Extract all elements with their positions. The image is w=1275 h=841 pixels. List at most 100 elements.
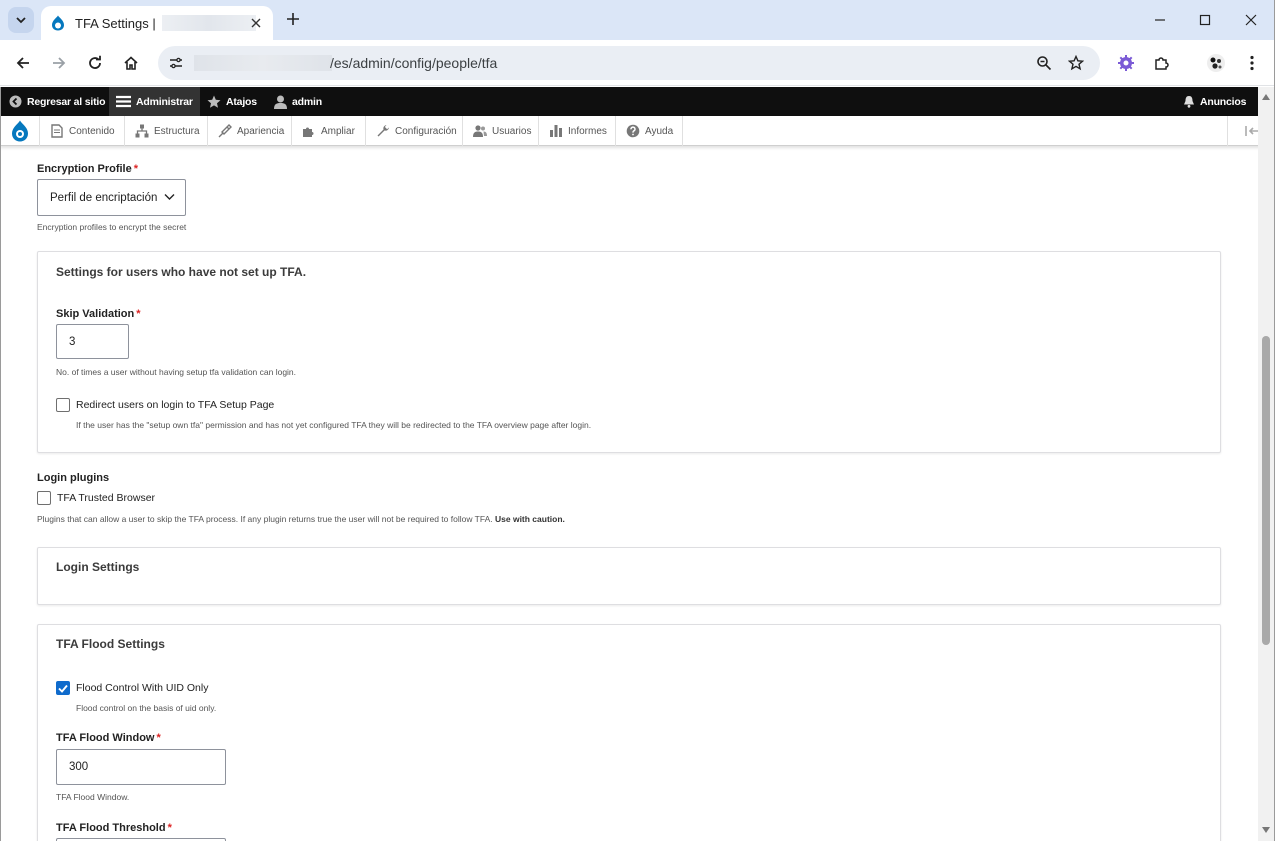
skip-validation-description: No. of times a user without having setup… — [56, 367, 297, 377]
flood-uid-only-checkbox[interactable] — [56, 681, 70, 695]
window-maximize-button[interactable] — [1192, 8, 1218, 32]
login-settings-legend[interactable]: Login Settings — [56, 560, 139, 574]
browser-menu-button[interactable] — [1239, 50, 1265, 76]
extension-gear-button[interactable] — [1113, 50, 1139, 76]
trusted-browser-label[interactable]: TFA Trusted Browser — [57, 492, 155, 504]
encryption-profile-select[interactable]: Perfil de encriptación — [37, 179, 186, 216]
chevron-down-icon — [164, 194, 175, 200]
reports-icon — [550, 125, 562, 137]
close-icon — [251, 18, 261, 28]
window-minimize-button[interactable] — [1147, 8, 1173, 32]
shortcuts-tab[interactable]: Atajos — [207, 87, 257, 116]
flood-uid-only-label[interactable]: Flood Control With UID Only — [76, 682, 208, 694]
back-to-site-link[interactable]: Regresar al sitio — [9, 87, 106, 116]
menu-item-label: Ayuda — [645, 125, 674, 137]
triangle-up-icon — [1262, 94, 1270, 100]
gear-extension-icon — [1118, 55, 1134, 71]
url-host-redacted — [194, 55, 332, 71]
skip-validation-input[interactable]: 3 — [56, 324, 129, 359]
required-marker: * — [156, 732, 161, 744]
login-plugins-description: Plugins that can allow a user to skip th… — [37, 514, 565, 524]
menu-item-extend[interactable]: Ampliar — [292, 116, 366, 146]
help-icon — [626, 124, 640, 138]
reload-button[interactable] — [82, 50, 108, 76]
browser-tab-bar: TFA Settings | — [0, 0, 1275, 40]
site-info-button[interactable] — [164, 51, 188, 75]
more-vert-icon — [1250, 55, 1254, 71]
home-button[interactable] — [118, 50, 144, 76]
announcements-label: Anuncios — [1200, 95, 1247, 108]
flood-window-label: TFA Flood Window * — [56, 732, 161, 744]
menu-item-label: Apariencia — [237, 125, 285, 137]
tune-icon — [170, 57, 182, 69]
drupal-admin-toolbar: Regresar al sitio Administrar Atajos adm… — [0, 87, 1275, 116]
url-text: /es/admin/config/people/tfa — [330, 55, 498, 71]
required-marker: * — [133, 163, 139, 175]
menu-item-help[interactable]: Ayuda — [616, 116, 683, 146]
flood-threshold-label: TFA Flood Threshold * — [56, 822, 172, 834]
wrench-icon — [377, 125, 389, 137]
redirect-setup-checkbox[interactable] — [56, 398, 70, 412]
menu-item-reports[interactable]: Informes — [539, 116, 616, 146]
setup-settings-fieldset: Settings for users who have not set up T… — [37, 251, 1221, 453]
flood-uid-only-description: Flood control on the basis of uid only. — [76, 703, 217, 713]
redirect-setup-label[interactable]: Redirect users on login to TFA Setup Pag… — [76, 399, 274, 411]
chevron-down-icon — [16, 17, 26, 24]
browser-tab-active[interactable]: TFA Settings | — [41, 6, 273, 40]
bookmark-button[interactable] — [1064, 51, 1088, 75]
flood-window-input[interactable]: 300 — [56, 749, 226, 785]
scroll-thumb[interactable] — [1262, 336, 1270, 645]
login-plugins-caution: Use with caution. — [495, 514, 565, 524]
checkmark-icon — [58, 684, 68, 693]
menu-item-people[interactable]: Usuarios — [463, 116, 539, 146]
menu-item-label: Usuarios — [492, 125, 532, 137]
required-marker: * — [136, 308, 141, 320]
page-scrollbar[interactable] — [1258, 87, 1274, 841]
hamburger-icon — [116, 95, 131, 108]
content-icon — [51, 124, 63, 138]
home-icon — [124, 56, 138, 70]
new-tab-button[interactable] — [282, 8, 304, 30]
menu-item-content[interactable]: Contenido — [40, 116, 125, 146]
flood-threshold-label-text: TFA Flood Threshold — [56, 822, 166, 834]
forward-button[interactable] — [46, 50, 72, 76]
flood-settings-fieldset: TFA Flood Settings Flood Control With UI… — [37, 624, 1221, 841]
flood-window-description: TFA Flood Window. — [56, 792, 130, 802]
extend-icon — [303, 127, 314, 137]
tfa-settings-form: Encryption Profile * Perfil de encriptaci… — [0, 146, 1258, 841]
menu-item-configuration[interactable]: Configuración — [366, 116, 463, 146]
manage-tab[interactable]: Administrar — [109, 87, 200, 116]
announcements-tab[interactable]: Anuncios — [1183, 87, 1246, 116]
bell-icon — [1184, 96, 1194, 108]
extensions-button[interactable] — [1149, 50, 1175, 76]
menu-item-appearance[interactable]: Apariencia — [208, 116, 292, 146]
zoom-button[interactable] — [1032, 51, 1056, 75]
login-settings-fieldset[interactable]: Login Settings — [37, 547, 1221, 605]
window-close-button[interactable] — [1238, 8, 1264, 32]
tab-close-button[interactable] — [247, 14, 265, 32]
trusted-browser-checkbox[interactable] — [37, 491, 51, 505]
menu-item-label: Contenido — [69, 125, 115, 137]
scroll-down-arrow[interactable] — [1261, 825, 1271, 835]
manage-label: Administrar — [136, 95, 193, 108]
back-circle-icon — [9, 95, 22, 108]
user-tab[interactable]: admin — [274, 87, 322, 116]
skip-validation-label: Skip Validation * — [56, 308, 141, 320]
drupal-logo-link[interactable] — [0, 116, 40, 146]
appearance-icon — [218, 124, 232, 138]
scroll-up-arrow[interactable] — [1261, 92, 1271, 102]
tab-search-button[interactable] — [8, 7, 34, 33]
profile-button[interactable] — [1203, 50, 1229, 76]
skip-validation-label-text: Skip Validation — [56, 308, 135, 320]
address-bar[interactable]: /es/admin/config/people/tfa — [158, 46, 1100, 80]
arrow-right-icon — [53, 57, 66, 69]
back-button[interactable] — [10, 50, 36, 76]
maximize-icon — [1199, 14, 1211, 26]
flood-window-label-text: TFA Flood Window — [56, 732, 155, 744]
structure-icon — [135, 124, 149, 138]
plus-icon — [287, 13, 299, 25]
collapse-left-icon — [1244, 126, 1258, 136]
tab-title: TFA Settings | — [75, 15, 156, 31]
menu-item-structure[interactable]: Estructura — [125, 116, 208, 146]
puzzle-icon — [1155, 57, 1169, 70]
